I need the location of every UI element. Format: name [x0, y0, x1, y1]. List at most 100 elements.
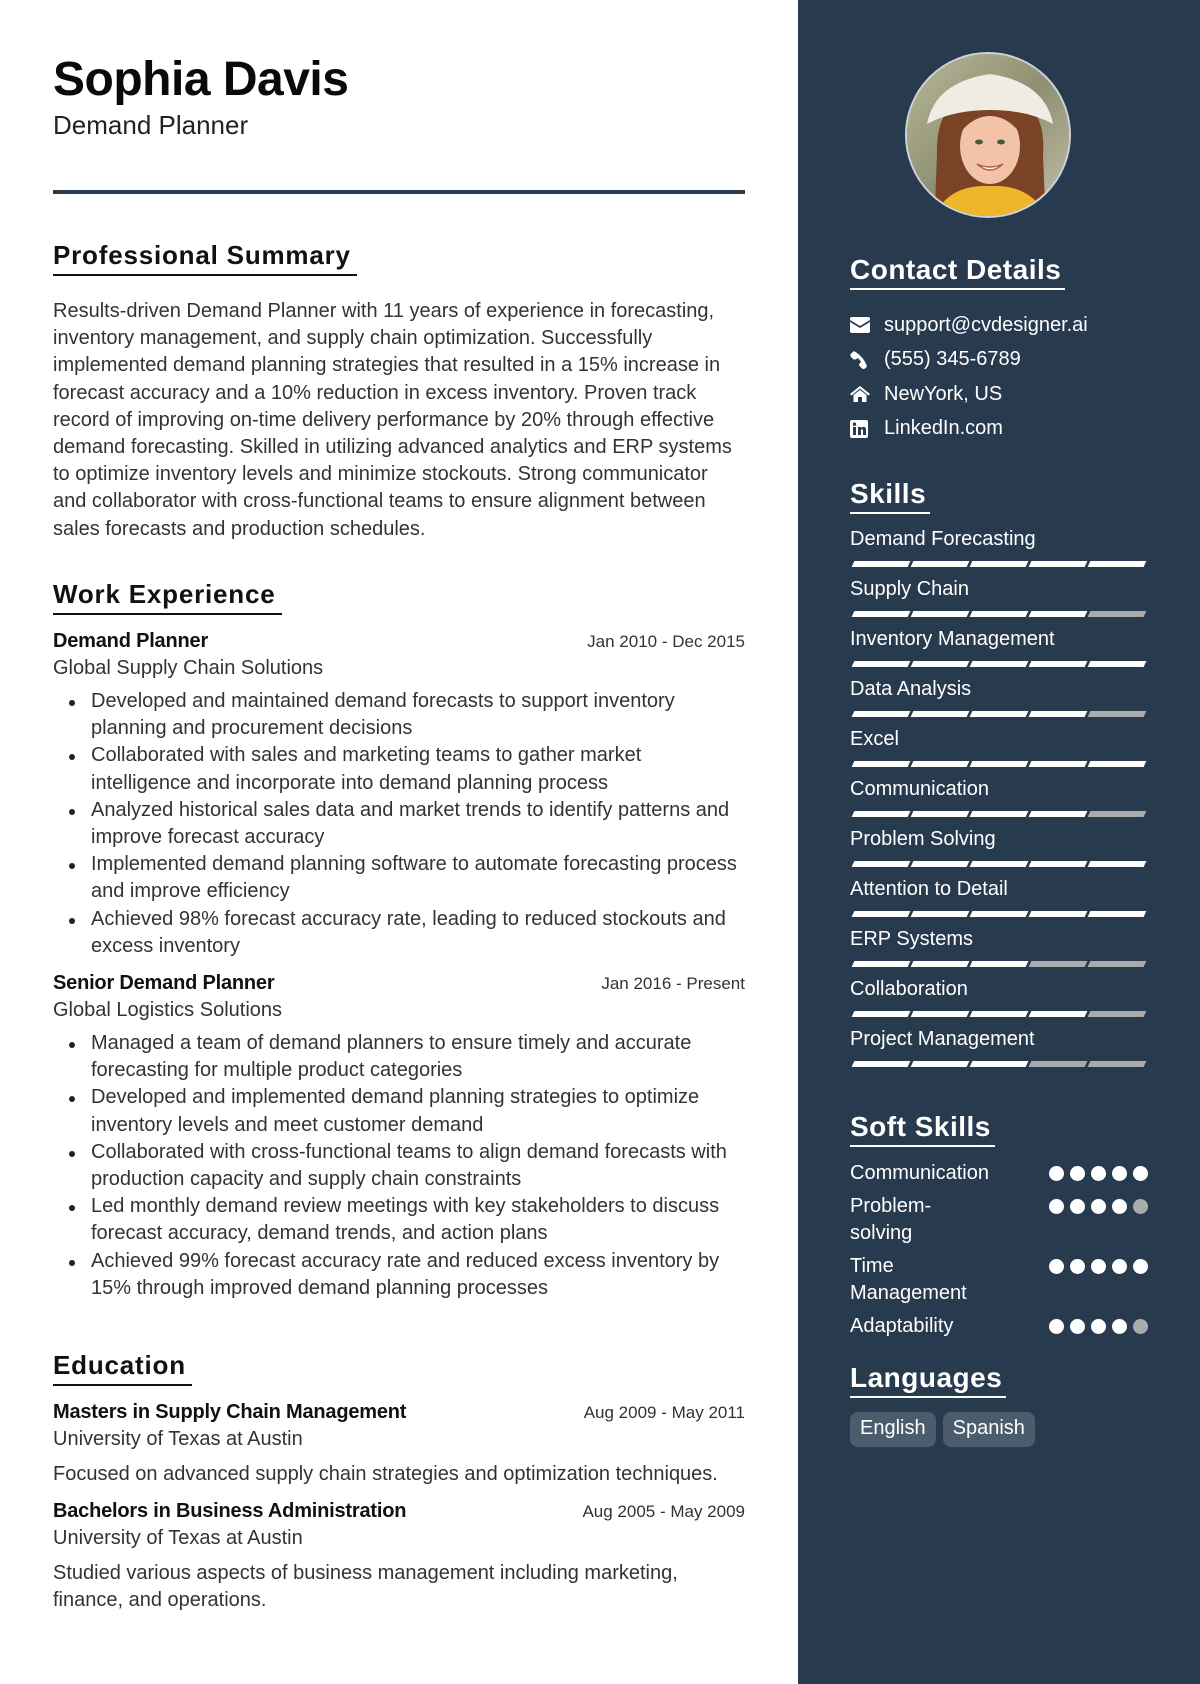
skill-bar-filled [969, 1011, 1029, 1017]
skills-list: Demand Forecasting Supply Chain Inventory … [850, 526, 1150, 1076]
job-bullets: Managed a team of demand planners to ens… [53, 1030, 745, 1302]
skill-bar-filled [1087, 861, 1147, 867]
job-company: Global Supply Chain Solutions [53, 657, 324, 679]
skill-bar-filled [969, 761, 1029, 767]
skill-bar-filled [851, 811, 911, 817]
soft-skill-name: Problem-solving [850, 1195, 932, 1244]
skill-bar-filled [969, 961, 1029, 967]
skill-bar-filled [910, 911, 970, 917]
job-bullet: Analyzed historical sales data and marke… [69, 797, 745, 851]
skill-bar-filled [910, 961, 970, 967]
skill-bar-filled [851, 1011, 911, 1017]
job-entry: Senior Demand Planner Jan 2016 - Present… [53, 972, 745, 1302]
skill-bar-filled [969, 561, 1029, 567]
skill-bar-filled [1028, 611, 1088, 617]
skill-level-meter [851, 561, 1150, 567]
rating-dot-empty [1133, 1319, 1148, 1334]
languages-title: Languages [850, 1362, 1007, 1398]
section-title: Work Experience [53, 579, 282, 615]
skill-bar-filled [910, 561, 970, 567]
skill-bar-filled [910, 811, 970, 817]
skill-item: Collaboration [850, 976, 1150, 1026]
candidate-role: Demand Planner [53, 110, 249, 140]
languages-list: English Spanish [850, 1412, 1035, 1447]
skill-name: Problem Solving [850, 828, 996, 850]
contact-linkedin[interactable]: LinkedIn.com [850, 412, 1088, 447]
skill-bar-filled [969, 611, 1029, 617]
job-bullet: Achieved 98% forecast accuracy rate, lea… [69, 906, 745, 960]
skill-name: ERP Systems [850, 928, 973, 950]
soft-skill-rating [1049, 1319, 1148, 1334]
contact-list: support@cvdesigner.ai (555) 345-6789 New… [850, 308, 1088, 446]
job-bullet: Led monthly demand review meetings with … [69, 1193, 745, 1247]
rating-dot-filled [1112, 1319, 1127, 1334]
soft-skills-title: Soft Skills [850, 1111, 995, 1147]
job-bullet: Collaborated with sales and marketing te… [69, 742, 745, 796]
skill-bar-filled [1028, 661, 1088, 667]
contact-location: NewYork, US [850, 377, 1088, 412]
skill-level-meter [851, 761, 1150, 767]
soft-skill-item: Adaptability [850, 1313, 1160, 1340]
soft-skills-list: Communication Problem-solving Time Managem… [850, 1160, 1160, 1346]
experience-section: Work Experience Demand Planner Jan 2010 … [53, 579, 745, 1302]
degree-dates: Aug 2005 - May 2009 [582, 1502, 745, 1522]
degree-description: Studied various aspects of business mana… [53, 1562, 678, 1612]
job-dates: Jan 2010 - Dec 2015 [587, 632, 745, 651]
skill-item: Attention to Detail [850, 876, 1150, 926]
contact-phone[interactable]: (555) 345-6789 [850, 343, 1088, 378]
summary-text: Results-driven Demand Planner with 11 ye… [53, 300, 732, 540]
skill-bar-filled [1087, 661, 1147, 667]
skill-bar-filled [969, 861, 1029, 867]
skill-item: Data Analysis [850, 676, 1150, 726]
job-company: Global Logistics Solutions [53, 999, 283, 1022]
contact-email[interactable]: support@cvdesigner.ai [850, 308, 1088, 343]
skill-item: Project Management [850, 1026, 1150, 1076]
skill-level-meter [851, 1061, 1150, 1067]
job-bullet: Achieved 99% forecast accuracy rate and … [69, 1248, 745, 1302]
skill-bar-empty [1087, 611, 1147, 617]
skill-item: Demand Forecasting [850, 526, 1150, 576]
skill-item: ERP Systems [850, 926, 1150, 976]
job-dates: Jan 2016 - Present [601, 974, 745, 994]
degree-title: Bachelors in Business Administration [53, 1500, 407, 1523]
skill-bar-empty [1087, 1011, 1147, 1017]
job-title: Senior Demand Planner [53, 972, 275, 995]
skill-name: Inventory Management [850, 628, 1055, 650]
skill-item: Excel [850, 726, 1150, 776]
rating-dot-filled [1070, 1166, 1085, 1181]
skill-name: Demand Forecasting [850, 528, 1036, 550]
rating-dot-filled [1070, 1319, 1085, 1334]
school-name: University of Texas at Austin [53, 1527, 303, 1550]
skill-bar-empty [1087, 811, 1147, 817]
rating-dot-filled [1133, 1166, 1148, 1181]
contact-text: NewYork, US [884, 382, 1003, 405]
job-bullets: Developed and maintained demand forecast… [53, 688, 745, 960]
sidebar: Contact Details support@cvdesigner.ai (5… [798, 0, 1200, 1684]
skill-bar-filled [910, 761, 970, 767]
skill-bar-filled [851, 761, 911, 767]
skill-bar-filled [851, 861, 911, 867]
education-entry: Bachelors in Business Administration Aug… [53, 1500, 745, 1614]
skill-bar-empty [1028, 961, 1088, 967]
rating-dot-filled [1049, 1319, 1064, 1334]
skill-bar-filled [1028, 761, 1088, 767]
home-icon [850, 384, 872, 404]
rating-dot-empty [1133, 1199, 1148, 1214]
soft-skill-name: Communication [850, 1162, 989, 1184]
job-title: Demand Planner [53, 630, 209, 652]
skills-title: Skills [850, 478, 931, 514]
degree-title: Masters in Supply Chain Management [53, 1401, 407, 1423]
rating-dot-filled [1049, 1259, 1064, 1274]
skill-bar-filled [1028, 561, 1088, 567]
degree-description: Focused on advanced supply chain strateg… [53, 1463, 718, 1485]
skill-bar-filled [1028, 861, 1088, 867]
skill-item: Inventory Management [850, 626, 1150, 676]
skill-level-meter [851, 661, 1150, 667]
section-title: Education [53, 1350, 192, 1386]
skill-bar-filled [851, 561, 911, 567]
skill-bar-filled [969, 1061, 1029, 1067]
rating-dot-filled [1091, 1199, 1106, 1214]
contact-title: Contact Details [850, 254, 1066, 290]
language-tag: Spanish [942, 1412, 1035, 1447]
skill-item: Supply Chain [850, 576, 1150, 626]
